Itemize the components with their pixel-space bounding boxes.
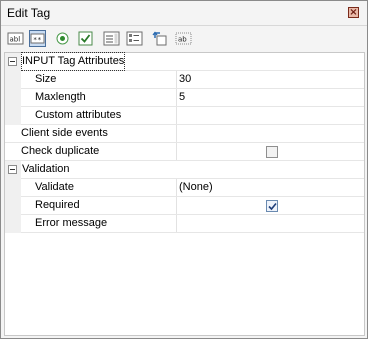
column-divider xyxy=(176,107,177,124)
title-bar: Edit Tag × xyxy=(1,1,367,25)
category-label: INPUT Tag Attributes xyxy=(20,52,126,71)
property-row-validate[interactable]: Validate (None) xyxy=(5,179,364,197)
radio-button-icon[interactable] xyxy=(54,30,71,47)
label-icon[interactable]: ab xyxy=(175,30,192,47)
property-label: Size xyxy=(35,73,57,85)
column-divider xyxy=(176,125,177,142)
property-row-error-message[interactable]: Error message xyxy=(5,215,364,233)
svg-text:abl: abl xyxy=(10,36,21,44)
column-divider xyxy=(176,215,177,232)
size-value[interactable]: 30 xyxy=(179,71,191,88)
collapse-icon[interactable] xyxy=(8,57,17,66)
svg-text:ab: ab xyxy=(178,36,187,44)
row-gutter xyxy=(5,71,21,89)
window-title: Edit Tag xyxy=(7,6,51,20)
checkbox-icon[interactable] xyxy=(77,30,94,47)
property-label: Custom attributes xyxy=(35,109,122,121)
row-gutter xyxy=(5,179,21,197)
property-row-check-duplicate[interactable]: Check duplicate xyxy=(5,143,364,161)
column-divider xyxy=(176,89,177,106)
column-divider xyxy=(176,179,177,196)
password-field-icon[interactable]: ** xyxy=(29,30,46,47)
listbox-multi-icon[interactable] xyxy=(126,30,143,47)
property-label: Validate xyxy=(35,181,74,193)
row-gutter xyxy=(5,215,21,233)
check-duplicate-checkbox[interactable] xyxy=(266,146,278,158)
category-input-tag-attributes[interactable]: INPUT Tag Attributes xyxy=(5,52,364,71)
property-row-required[interactable]: Required xyxy=(5,197,364,215)
listbox-icon[interactable] xyxy=(103,30,120,47)
collapse-icon[interactable] xyxy=(8,165,17,174)
maxlength-value[interactable]: 5 xyxy=(179,89,185,106)
property-row-custom-attributes[interactable]: Custom attributes xyxy=(5,107,364,125)
category-label: Validation xyxy=(22,163,70,175)
column-divider xyxy=(176,143,177,160)
validate-value[interactable]: (None) xyxy=(179,179,213,196)
property-label: Check duplicate xyxy=(21,145,100,157)
required-checkbox[interactable] xyxy=(266,200,278,212)
row-gutter xyxy=(5,89,21,107)
property-row-client-side-events[interactable]: Client side events xyxy=(5,125,364,143)
category-validation[interactable]: Validation xyxy=(5,161,364,179)
property-label: Error message xyxy=(35,217,108,229)
property-label: Required xyxy=(35,199,80,211)
property-label: Client side events xyxy=(21,127,108,139)
row-gutter xyxy=(5,107,21,125)
property-row-size[interactable]: Size 30 xyxy=(5,71,364,89)
property-grid: INPUT Tag Attributes Size 30 Maxlength 5… xyxy=(4,52,365,336)
svg-text:**: ** xyxy=(33,36,41,44)
property-label: Maxlength xyxy=(35,91,86,103)
edit-tag-window: Edit Tag × abl ** ab INPUT Tag Attribute… xyxy=(0,0,368,339)
close-icon[interactable]: × xyxy=(348,7,359,18)
column-divider xyxy=(176,71,177,88)
row-gutter xyxy=(5,197,21,215)
toolbar: abl ** ab xyxy=(1,26,367,51)
column-divider xyxy=(176,197,177,214)
upload-icon[interactable] xyxy=(152,30,169,47)
checkmark-icon xyxy=(268,202,277,211)
property-row-maxlength[interactable]: Maxlength 5 xyxy=(5,89,364,107)
text-field-icon[interactable]: abl xyxy=(7,30,24,47)
